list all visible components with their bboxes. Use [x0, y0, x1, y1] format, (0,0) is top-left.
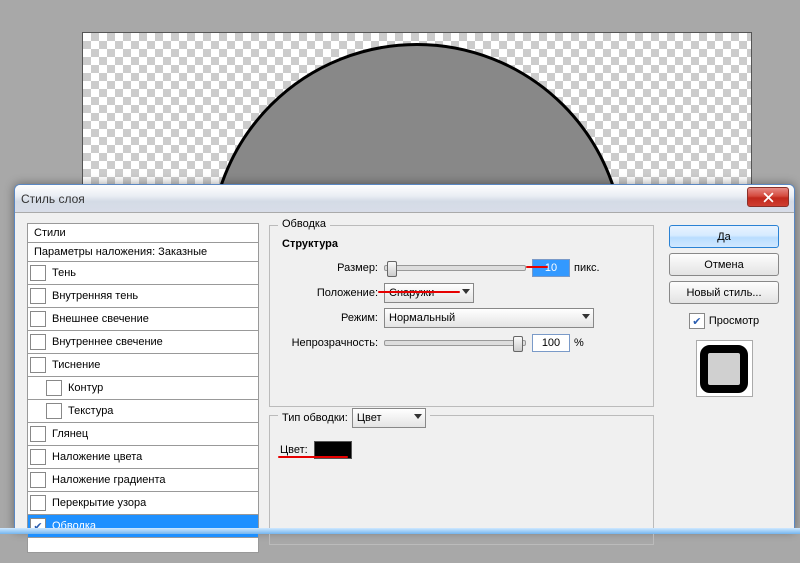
layer-style-dialog: Стиль слоя Стили Параметры наложения: За… [14, 184, 795, 531]
style-checkbox[interactable] [46, 403, 62, 419]
structure-label: Структура [282, 238, 645, 250]
style-checkbox[interactable] [30, 311, 46, 327]
style-row-label: Внутреннее свечение [52, 336, 163, 348]
style-row[interactable]: Контур [28, 377, 258, 400]
style-checkbox[interactable] [30, 426, 46, 442]
style-row-label: Наложение градиента [52, 474, 166, 486]
dialog-title: Стиль слоя [21, 192, 85, 206]
canvas-area [82, 32, 752, 204]
color-label: Цвет: [280, 444, 308, 456]
style-row[interactable]: Глянец [28, 423, 258, 446]
style-row[interactable]: Тень [28, 262, 258, 285]
style-row[interactable]: Внешнее свечение [28, 308, 258, 331]
style-row-label: Тиснение [52, 359, 100, 371]
preview-label: Просмотр [709, 315, 759, 327]
style-row[interactable]: Перекрытие узора [28, 492, 258, 515]
style-row[interactable]: Внутреннее свечение [28, 331, 258, 354]
style-row-label: Глянец [52, 428, 88, 440]
chevron-down-icon [414, 414, 422, 419]
style-row[interactable]: Наложение градиента [28, 469, 258, 492]
stroke-type-group: Тип обводки: Цвет Цвет: [269, 415, 654, 545]
size-unit: пикс. [574, 262, 600, 274]
style-checkbox[interactable] [30, 288, 46, 304]
stroke-type-label: Тип обводки: [282, 412, 348, 424]
blend-options-row[interactable]: Параметры наложения: Заказные [28, 243, 258, 262]
style-row[interactable]: Внутренняя тень [28, 285, 258, 308]
style-checkbox[interactable] [30, 334, 46, 350]
cancel-button[interactable]: Отмена [669, 253, 779, 276]
size-slider[interactable] [384, 265, 526, 271]
style-checkbox[interactable] [30, 472, 46, 488]
style-checkbox[interactable] [46, 380, 62, 396]
new-style-button[interactable]: Новый стиль... [669, 281, 779, 304]
opacity-unit: % [574, 337, 584, 349]
style-row-label: Перекрытие узора [52, 497, 146, 509]
close-icon [763, 192, 774, 203]
position-label: Положение: [278, 287, 384, 299]
style-row[interactable]: Тиснение [28, 354, 258, 377]
size-label: Размер: [278, 262, 384, 274]
close-button[interactable] [747, 187, 789, 207]
styles-header[interactable]: Стили [28, 224, 258, 243]
style-row-label: Внутренняя тень [52, 290, 138, 302]
style-row[interactable]: Текстура [28, 400, 258, 423]
style-row[interactable]: Наложение цвета [28, 446, 258, 469]
style-row-label: Внешнее свечение [52, 313, 149, 325]
dialog-right-panel: Да Отмена Новый стиль... ✔ Просмотр [664, 223, 784, 553]
styles-list: Стили Параметры наложения: Заказные Тень… [27, 223, 259, 553]
dialog-titlebar[interactable]: Стиль слоя [15, 185, 794, 213]
preview-thumbnail [696, 340, 753, 397]
chevron-down-icon [462, 289, 470, 294]
preview-checkbox-row[interactable]: ✔ Просмотр [689, 313, 759, 329]
opacity-slider[interactable] [384, 340, 526, 346]
style-row-label: Тень [52, 267, 76, 279]
style-row-label: Наложение цвета [52, 451, 142, 463]
stroke-group: Обводка Структура Размер: 10 пикс. Полож… [269, 225, 654, 407]
style-row-label: Контур [68, 382, 103, 394]
ok-button[interactable]: Да [669, 225, 779, 248]
opacity-label: Непрозрачность: [278, 337, 384, 349]
style-row-label: Текстура [68, 405, 113, 417]
style-checkbox[interactable] [30, 449, 46, 465]
style-checkbox[interactable] [30, 495, 46, 511]
stroke-options-panel: Обводка Структура Размер: 10 пикс. Полож… [267, 223, 656, 553]
style-row[interactable]: ✔Обводка [28, 515, 258, 538]
taskbar-edge [0, 528, 800, 534]
style-checkbox[interactable] [30, 357, 46, 373]
preview-checkbox[interactable]: ✔ [689, 313, 705, 329]
stroke-type-combo[interactable]: Цвет [352, 408, 426, 428]
stroke-group-title: Обводка [278, 218, 330, 230]
mode-label: Режим: [278, 312, 384, 324]
opacity-input[interactable]: 100 [532, 334, 570, 352]
style-checkbox[interactable] [30, 265, 46, 281]
mode-combo[interactable]: Нормальный [384, 308, 594, 328]
preview-inner [700, 345, 748, 393]
chevron-down-icon [582, 314, 590, 319]
